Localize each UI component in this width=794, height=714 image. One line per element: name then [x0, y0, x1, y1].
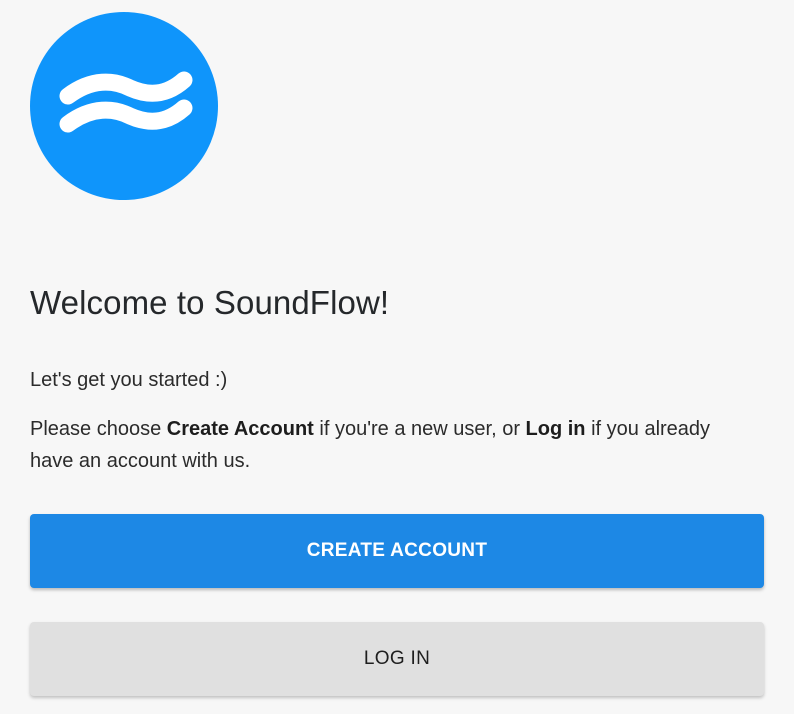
create-account-button[interactable]: CREATE ACCOUNT [30, 514, 764, 588]
instruction-create-account: Create Account [166, 418, 314, 440]
instruction-prefix: Please choose [30, 418, 167, 440]
page-title: Welcome to SoundFlow! [30, 284, 390, 321]
subtitle: Let's get you started :) [30, 369, 228, 391]
log-in-button[interactable]: LOG IN [30, 622, 764, 696]
instruction-log-in: Log in [525, 418, 586, 440]
instructions-text: Please choose Create Account if you're a… [30, 413, 750, 477]
instruction-middle: if you're a new user, or [313, 418, 526, 440]
soundflow-logo [30, 12, 218, 200]
wave-icon [59, 71, 193, 133]
